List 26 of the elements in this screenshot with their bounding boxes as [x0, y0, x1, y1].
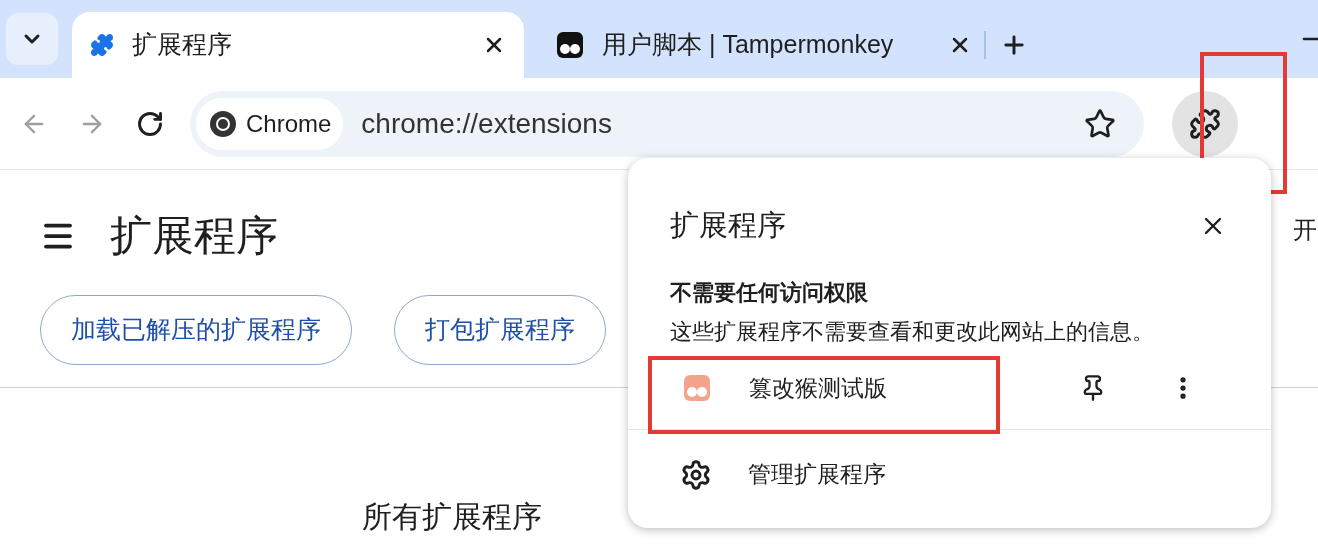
site-chip-label: Chrome: [246, 108, 332, 139]
manage-extensions-item[interactable]: 管理扩展程序: [628, 429, 1271, 520]
tab-title: 扩展程序: [132, 29, 233, 61]
tab-search-button[interactable]: [6, 13, 58, 65]
site-chip[interactable]: Chrome: [196, 97, 344, 150]
puzzle-icon: [1189, 107, 1221, 140]
address-bar[interactable]: Chrome chrome://extensions: [190, 90, 1144, 157]
browser-tab[interactable]: 扩展程序: [72, 12, 524, 78]
tab-title: 用户脚本 | Tampermonkey: [602, 29, 895, 61]
group-description: 这些扩展程序不需要查看和更改此网站上的信息。: [670, 317, 1155, 346]
page-title: 扩展程序: [110, 211, 278, 261]
group-title: 不需要任何访问权限: [670, 278, 869, 307]
puzzle-icon: [90, 33, 114, 57]
url-text: chrome://extensions: [361, 106, 613, 141]
browser-tab[interactable]: 用户脚本 | Tampermonkey: [538, 12, 990, 78]
tampermonkey-icon: [683, 374, 711, 402]
heading-text: 开: [1293, 215, 1317, 245]
chrome-logo-icon: [208, 108, 238, 139]
extension-name: 篡改猴测试版: [749, 373, 888, 403]
reload-icon[interactable]: [136, 109, 164, 138]
tampermonkey-icon: [556, 31, 584, 59]
bookmark-star-icon[interactable]: [1084, 107, 1116, 140]
popup-title: 扩展程序: [670, 208, 786, 243]
extension-row[interactable]: 篡改猴测试版: [628, 347, 1271, 430]
section-title: 所有扩展程序: [362, 500, 542, 533]
settings-icon: [680, 458, 712, 491]
